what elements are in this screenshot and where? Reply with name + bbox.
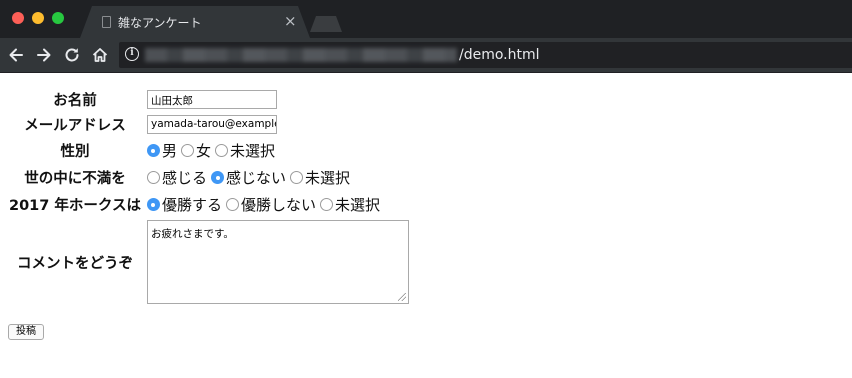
window-minimize-button[interactable] — [32, 12, 44, 24]
email-label: メールアドレス — [24, 118, 126, 134]
hawks-option-label: 未選択 — [335, 196, 381, 214]
page-icon — [102, 16, 111, 28]
tab-close-icon[interactable]: × — [284, 13, 297, 29]
dissatisfaction-radio-group: 感じる 感じない 未選択 — [146, 167, 409, 188]
gender-option[interactable]: 女 — [181, 140, 211, 161]
hawks-option[interactable]: 優勝する — [146, 194, 222, 215]
resize-handle-icon[interactable] — [397, 293, 406, 301]
radio-button[interactable] — [226, 198, 239, 211]
gender-option-label: 未選択 — [230, 142, 276, 160]
radio-button[interactable] — [146, 144, 160, 157]
gender-radio-group: 男 女未選択 — [146, 140, 409, 161]
window-maximize-button[interactable] — [52, 12, 64, 24]
arrow-right-icon[interactable] — [34, 45, 54, 65]
dissatisfaction-label: 世の中に不満を — [24, 171, 126, 187]
dissatisfaction-option[interactable]: 未選択 — [290, 167, 350, 188]
submit-button[interactable]: 投稿 — [8, 324, 44, 340]
gender-option-label: 男 — [161, 142, 177, 160]
hawks-option[interactable]: 未選択 — [320, 194, 380, 215]
form-row-gender: 性別 男 女未選択 — [8, 138, 410, 163]
email-input[interactable]: yamada-tarou@example — [146, 115, 277, 134]
browser-tab[interactable]: 雑なアンケート × — [80, 6, 310, 38]
hawks-option-label: 優勝しない — [241, 196, 317, 214]
comment-textarea[interactable]: お疲れさまです。 — [146, 220, 409, 304]
radio-button[interactable] — [290, 171, 304, 184]
url-redacted — [145, 48, 457, 62]
browser-toolbar: i /demo.html — [0, 38, 852, 73]
radio-button[interactable] — [211, 171, 224, 184]
gender-option-label: 女 — [196, 142, 212, 160]
tab-title: 雑なアンケート — [118, 16, 202, 30]
hawks-option[interactable]: 優勝しない — [226, 194, 316, 215]
dissatisfaction-option-label: 感じる — [161, 169, 207, 187]
radio-button[interactable] — [146, 171, 160, 184]
form-row-name: お名前 山田太郎 — [8, 88, 410, 111]
url-text: /demo.html — [459, 47, 540, 63]
dissatisfaction-option-label: 感じない — [226, 169, 287, 187]
home-icon[interactable] — [90, 45, 110, 65]
hawks-label: 2017 年ホークスは — [9, 198, 141, 214]
hawks-radio-group: 優勝する 優勝しない 未選択 — [146, 194, 409, 215]
radio-button[interactable] — [181, 144, 194, 157]
gender-label: 性別 — [60, 144, 90, 160]
dissatisfaction-option[interactable]: 感じない — [211, 167, 286, 188]
name-label: お名前 — [53, 93, 97, 109]
radio-button[interactable] — [146, 198, 160, 211]
reload-icon[interactable] — [62, 45, 82, 65]
dissatisfaction-option[interactable]: 感じる — [146, 167, 207, 188]
comment-text: お疲れさまです。 — [150, 228, 234, 240]
radio-button[interactable] — [320, 198, 334, 211]
survey-form: お名前 山田太郎 メールアドレス yamada-tarou@example 性別… — [6, 86, 412, 307]
gender-option[interactable]: 男 — [146, 140, 177, 161]
form-row-dissatisfaction: 世の中に不満を 感じる 感じない 未選択 — [8, 165, 410, 190]
radio-button[interactable] — [215, 144, 229, 157]
new-tab-button[interactable] — [310, 16, 342, 32]
gender-option[interactable]: 未選択 — [215, 140, 275, 161]
arrow-left-icon[interactable] — [6, 45, 26, 65]
comment-label: コメントをどうぞ — [16, 255, 133, 272]
address-bar[interactable]: i /demo.html — [119, 42, 852, 68]
form-row-hawks: 2017 年ホークスは 優勝する 優勝しない 未選択 — [8, 192, 410, 217]
info-icon[interactable]: i — [125, 47, 139, 61]
dissatisfaction-option-label: 未選択 — [305, 169, 351, 187]
name-input[interactable]: 山田太郎 — [146, 90, 277, 109]
form-row-email: メールアドレス yamada-tarou@example — [8, 113, 410, 136]
hawks-option-label: 優勝する — [161, 196, 222, 214]
window-titlebar: 雑なアンケート × — [0, 0, 852, 38]
window-close-button[interactable] — [12, 12, 24, 24]
form-row-comment: コメントをどうぞ お疲れさまです。 — [8, 219, 410, 305]
